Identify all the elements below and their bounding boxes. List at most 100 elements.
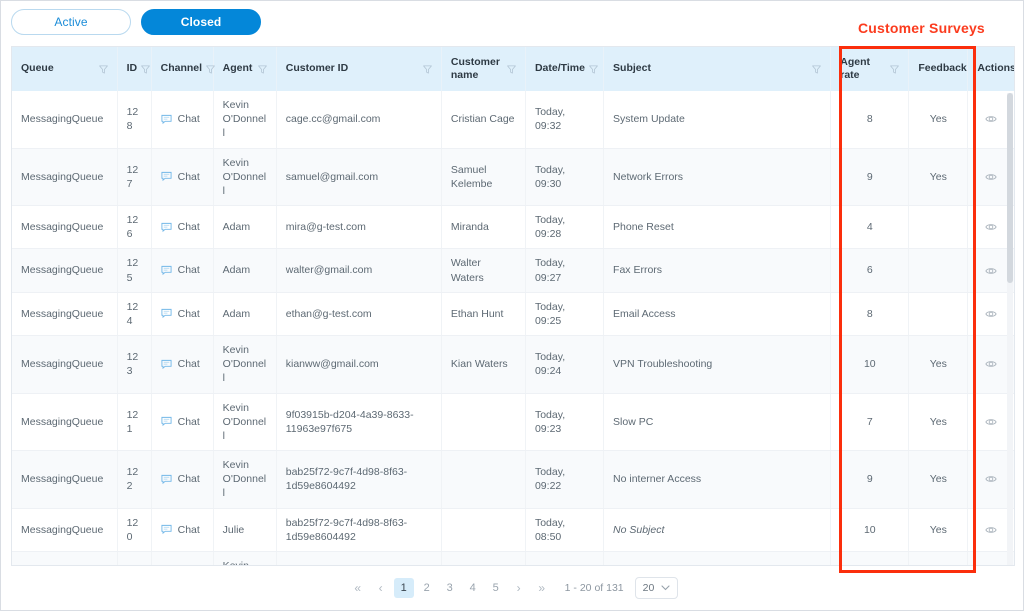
cell-agent: Kevin O'Donnell xyxy=(213,335,277,394)
cell-id: 125 xyxy=(117,248,152,293)
view-row-button[interactable] xyxy=(977,171,1005,183)
view-row-button[interactable] xyxy=(977,358,1005,370)
chevron-down-icon xyxy=(661,585,670,591)
filter-icon[interactable] xyxy=(812,64,822,74)
filter-icon[interactable] xyxy=(257,64,267,74)
cell-datetime: Today, 09:23 xyxy=(525,393,605,452)
view-row-button[interactable] xyxy=(977,416,1005,428)
filter-icon[interactable] xyxy=(890,64,900,74)
table-row[interactable]: MessagingQueue119ChatKevin O'Donnellbab2… xyxy=(12,551,1014,565)
cell-feedback xyxy=(908,551,969,565)
filter-icon[interactable] xyxy=(98,64,108,74)
pagination-page-2[interactable]: 2 xyxy=(417,578,437,598)
table-row[interactable]: MessagingQueue 127 Chat Kevin O'Donnell samu… xyxy=(12,148,1014,207)
cell-feedback: Yes xyxy=(908,393,969,452)
column-header-datetime[interactable]: Date/Time xyxy=(525,47,605,91)
channel-label: Chat xyxy=(177,113,200,126)
cell-id: 127 xyxy=(117,148,152,207)
cell-customer-id: mira@g-test.com xyxy=(276,205,442,250)
pagination-prev-button[interactable]: ‹ xyxy=(371,578,391,598)
view-row-button[interactable] xyxy=(977,308,1005,320)
cell-subject: VPN Troubleshooting xyxy=(603,335,832,394)
column-header-subject[interactable]: Subject xyxy=(603,47,832,91)
column-header-agent[interactable]: Agent xyxy=(213,47,277,91)
eye-icon[interactable] xyxy=(985,265,997,277)
table-header-row: Queue ID Channel Agent Customer ID Customer n… xyxy=(12,47,1014,91)
cell-id: 122 xyxy=(117,450,152,509)
cell-id: 124 xyxy=(117,292,152,337)
cell-subject: System Update xyxy=(603,91,832,149)
pagination-last-button[interactable]: » xyxy=(532,578,552,598)
filter-icon[interactable] xyxy=(141,64,150,74)
column-header-id[interactable]: ID xyxy=(117,47,152,91)
cell-agent-rate: 8 xyxy=(830,292,910,337)
chat-icon xyxy=(161,474,172,485)
table-row[interactable]: MessagingQueue 125 Chat Adam walter@gmail.co… xyxy=(12,248,1014,293)
table-row[interactable]: MessagingQueue 123 Chat Kevin O'Donnell kian… xyxy=(12,335,1014,394)
view-row-button[interactable] xyxy=(977,113,1005,125)
cell-channel: Chat xyxy=(151,508,214,552)
eye-icon[interactable] xyxy=(985,416,997,428)
cell-datetime: Today, 09:32 xyxy=(525,91,605,149)
cell-agent-rate: 6 xyxy=(830,248,910,293)
cell-id: 123 xyxy=(117,335,152,394)
pagination-page-5[interactable]: 5 xyxy=(486,578,506,598)
eye-icon[interactable] xyxy=(985,171,997,183)
view-row-button[interactable] xyxy=(977,265,1005,277)
column-header-queue[interactable]: Queue xyxy=(12,47,118,91)
cell-agent-rate: 10 xyxy=(830,335,910,394)
eye-icon[interactable] xyxy=(985,308,997,320)
view-row-button[interactable] xyxy=(977,524,1005,536)
cell-customer-name: Cristian Cage xyxy=(441,91,526,149)
column-header-label-channel: Channel xyxy=(160,62,203,75)
view-row-button[interactable] xyxy=(977,473,1005,485)
filter-icon[interactable] xyxy=(589,64,598,74)
pagination-first-button[interactable]: « xyxy=(348,578,368,598)
column-header-customer_name[interactable]: Customer name xyxy=(441,47,526,91)
cell-subject: Email Access xyxy=(603,292,832,337)
filter-icon[interactable] xyxy=(423,64,432,74)
pagination-next-button[interactable]: › xyxy=(509,578,529,598)
view-row-button[interactable] xyxy=(977,221,1005,233)
cell-agent: Adam xyxy=(213,205,277,250)
eye-icon[interactable] xyxy=(985,221,997,233)
table-row[interactable]: MessagingQueue 126 Chat Adam mira@g-test.com… xyxy=(12,205,1014,250)
channel-label: Chat xyxy=(177,221,200,234)
tab-active[interactable]: Active xyxy=(11,9,131,35)
column-header-label-customer_name: Customer name xyxy=(450,55,500,81)
column-header-actions[interactable]: Actions xyxy=(967,47,1014,91)
filter-icon[interactable] xyxy=(206,64,215,74)
cell-queue: MessagingQueue xyxy=(12,248,118,293)
tab-closed[interactable]: Closed xyxy=(141,9,261,35)
pagination-page-3[interactable]: 3 xyxy=(440,578,460,598)
cell-customer-name: Ethan Hunt xyxy=(441,292,526,337)
table-row[interactable]: MessagingQueue 124 Chat Adam ethan@g-test.co… xyxy=(12,292,1014,337)
cell-subject: No Subject xyxy=(603,551,832,565)
cell-subject: No Subject xyxy=(603,508,832,552)
closed-conversations-page: Active Closed Customer Surveys Queue ID Ch… xyxy=(0,0,1024,611)
eye-icon[interactable] xyxy=(985,524,997,536)
eye-icon[interactable] xyxy=(985,113,997,125)
table-vertical-scrollbar[interactable] xyxy=(1007,93,1013,565)
cell-customer-id: samuel@gmail.com xyxy=(276,148,442,207)
table-row[interactable]: MessagingQueue 121 Chat Kevin O'Donnell 9f03… xyxy=(12,393,1014,452)
table-row[interactable]: MessagingQueue 128 Chat Kevin O'Donnell cage… xyxy=(12,91,1014,149)
eye-icon[interactable] xyxy=(985,473,997,485)
column-header-label-queue: Queue xyxy=(21,62,54,75)
cell-feedback xyxy=(908,205,969,250)
pagination-page-1[interactable]: 1 xyxy=(393,578,414,598)
column-header-channel[interactable]: Channel xyxy=(151,47,215,91)
cell-datetime: Today, 09:22 xyxy=(525,450,605,509)
cell-feedback: Yes xyxy=(908,148,969,207)
cell-subject: No interner Access xyxy=(603,450,832,509)
filter-icon[interactable] xyxy=(507,64,516,74)
cell-agent-rate: 9 xyxy=(830,450,910,509)
eye-icon[interactable] xyxy=(985,358,997,370)
table-row[interactable]: MessagingQueue 122 Chat Kevin O'Donnell bab2… xyxy=(12,450,1014,509)
column-header-customer_id[interactable]: Customer ID xyxy=(276,47,442,91)
column-header-feedback[interactable]: Feedback xyxy=(908,47,969,91)
pagination-page-4[interactable]: 4 xyxy=(463,578,483,598)
column-header-agent_rate[interactable]: Agent rate xyxy=(830,47,910,91)
table-row[interactable]: MessagingQueue 120 Chat Julie bab25f72-9c7f-… xyxy=(12,508,1014,552)
page-size-select[interactable]: 20 xyxy=(634,577,679,599)
